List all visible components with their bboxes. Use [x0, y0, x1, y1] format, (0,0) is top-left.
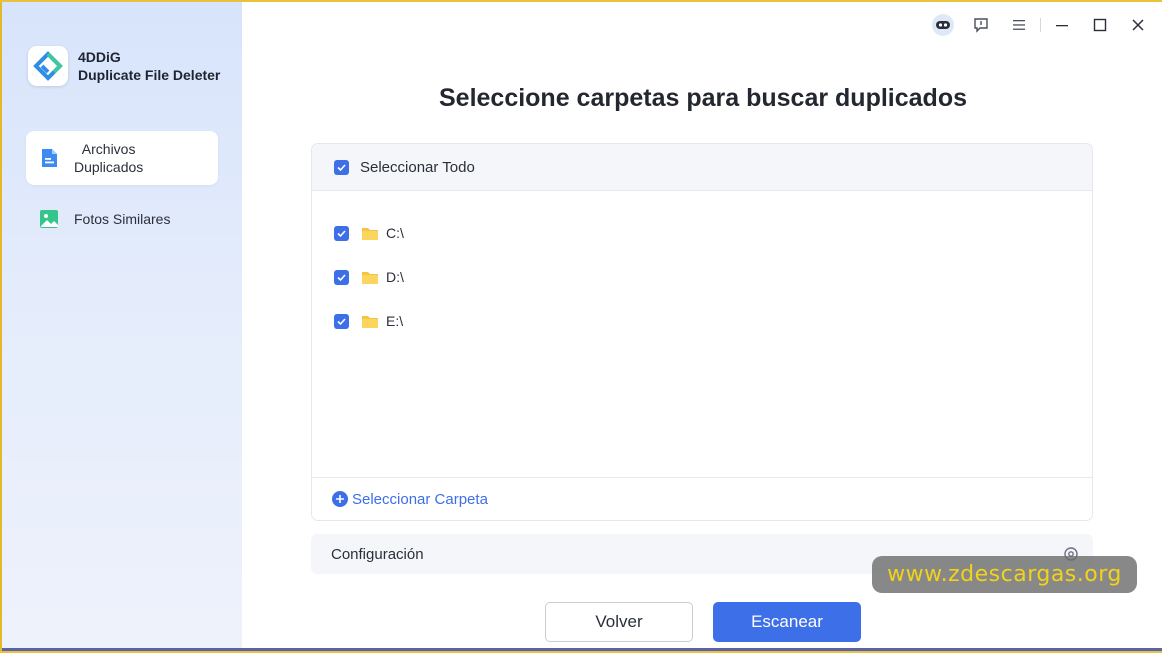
maximize-icon[interactable]: [1081, 10, 1119, 40]
bottom-edge: [2, 648, 1162, 651]
list-item: E:\: [312, 299, 1092, 343]
list-item: D:\: [312, 255, 1092, 299]
select-all-label: Seleccionar Todo: [360, 158, 475, 176]
close-icon[interactable]: [1119, 10, 1157, 40]
drive-label: C:\: [386, 225, 404, 241]
drive-checkbox[interactable]: [334, 225, 349, 241]
sidebar-item-duplicate-files[interactable]: Archivos Duplicados: [26, 131, 218, 185]
select-all-checkbox[interactable]: [334, 159, 349, 175]
back-button[interactable]: Volver: [545, 602, 693, 642]
folder-icon: [362, 227, 378, 240]
drive-label: E:\: [386, 313, 404, 329]
feedback-icon[interactable]: [962, 10, 1000, 40]
watermark: www.zdescargas.org: [872, 556, 1137, 593]
drive-list: C:\ D:\ E:\: [312, 191, 1092, 343]
folder-icon: [362, 271, 378, 284]
settings-label: Configuración: [331, 545, 424, 563]
sidebar-item-similar-photos[interactable]: Fotos Similares: [26, 199, 218, 239]
plus-icon: [332, 491, 348, 507]
drive-checkbox[interactable]: [334, 313, 349, 329]
sidebar: 4DDiG Duplicate File Deleter Archivos Du…: [2, 2, 242, 651]
drive-label: D:\: [386, 269, 404, 285]
product-name: Duplicate File Deleter: [78, 67, 221, 83]
folder-icon: [362, 315, 378, 328]
titlebar-divider: [1040, 18, 1041, 32]
scan-button[interactable]: Escanear: [713, 602, 861, 642]
select-folder-label: Seleccionar Carpeta: [352, 490, 488, 508]
page-title: Seleccione carpetas para buscar duplicad…: [438, 84, 967, 112]
assistant-icon[interactable]: [924, 10, 962, 40]
menu-icon[interactable]: [1000, 10, 1038, 40]
app-logo-icon: [28, 46, 68, 86]
minimize-icon[interactable]: [1043, 10, 1081, 40]
folder-selection-panel: Seleccionar Todo C:\ D:\ E:\ Seleccionar…: [311, 143, 1093, 521]
select-folder-button[interactable]: Seleccionar Carpeta: [312, 477, 1092, 520]
sidebar-item-label: Archivos Duplicados: [74, 141, 144, 175]
drive-checkbox[interactable]: [334, 269, 349, 285]
brand: 4DDiG Duplicate File Deleter: [28, 46, 220, 86]
titlebar: [924, 10, 1162, 40]
watermark-text: www.zdescargas.org: [887, 562, 1122, 587]
document-icon: [42, 149, 57, 167]
brand-name: 4DDiG: [78, 49, 121, 65]
image-icon: [40, 210, 58, 228]
app-window: 4DDiG Duplicate File Deleter Archivos Du…: [0, 2, 1162, 651]
sidebar-item-label: Fotos Similares: [74, 211, 171, 227]
list-item: C:\: [312, 211, 1092, 255]
select-all-row: Seleccionar Todo: [312, 144, 1092, 191]
sidebar-nav: Archivos Duplicados Fotos Similares: [26, 131, 218, 239]
